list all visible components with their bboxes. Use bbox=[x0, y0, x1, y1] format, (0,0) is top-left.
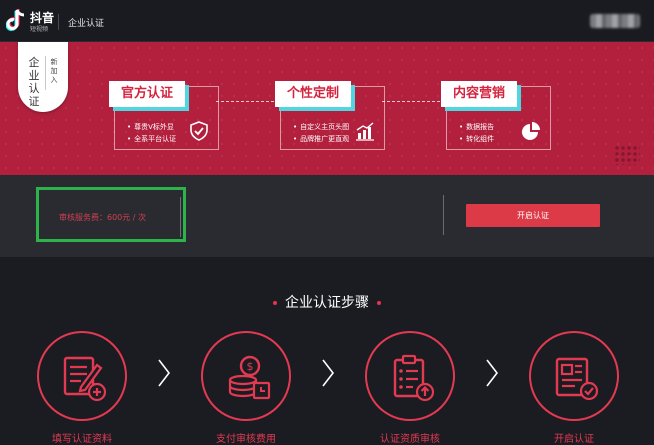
logo-subtitle: 短视频 bbox=[30, 26, 49, 33]
coins-payment-icon: $ bbox=[228, 355, 271, 400]
step-label: 开启认证 bbox=[554, 434, 594, 445]
shield-check-icon bbox=[190, 121, 208, 141]
steps-heading: 企业认证步骤 bbox=[0, 292, 654, 312]
feature-title: 个性定制 bbox=[275, 81, 352, 107]
badge-new-text: 新加入 bbox=[50, 58, 58, 84]
title-dot bbox=[377, 301, 381, 305]
feature-list: 尊贵V标外显 全系平台认证 bbox=[127, 121, 176, 145]
user-avatar-blurred[interactable] bbox=[590, 14, 640, 28]
steps-title-text: 企业认证步骤 bbox=[285, 295, 369, 311]
music-note-icon bbox=[6, 9, 25, 32]
form-edit-icon bbox=[63, 356, 107, 402]
connector-line bbox=[216, 101, 274, 102]
title-dot bbox=[273, 301, 277, 305]
step-review bbox=[365, 331, 455, 421]
badge-divider bbox=[45, 56, 46, 90]
feature-list: 数据报告 转化组件 bbox=[459, 121, 494, 145]
service-fee-text: 审核服务费：600元 / 次 bbox=[59, 213, 147, 222]
badge-main-text: 企业认证 bbox=[28, 56, 40, 108]
feature-title: 官方认证 bbox=[109, 81, 186, 107]
banner-dot-pattern bbox=[614, 145, 640, 165]
step-pay-fee: $ bbox=[201, 331, 291, 421]
step-label: 填写认证资料 bbox=[52, 434, 112, 445]
enterprise-badge: 企业认证 新加入 bbox=[18, 42, 68, 112]
connector-line bbox=[382, 101, 440, 102]
step-label: 支付审核费用 bbox=[216, 434, 276, 445]
feature-item: 品牌推广更直观 bbox=[293, 133, 349, 145]
band-divider bbox=[443, 195, 444, 235]
document-check-icon bbox=[555, 357, 599, 401]
douyin-logo[interactable]: 抖音 短视频 bbox=[6, 8, 54, 34]
section-title: 企业认证 bbox=[68, 19, 105, 29]
chevron-right-icon bbox=[486, 359, 499, 387]
bar-chart-icon bbox=[356, 122, 374, 141]
chevron-right-icon bbox=[158, 359, 171, 387]
feature-card-official: 官方认证 尊贵V标外显 全系平台认证 bbox=[109, 81, 219, 150]
step-label: 认证资质审核 bbox=[380, 434, 440, 445]
start-certification-button[interactable]: 开启认证 bbox=[466, 204, 600, 227]
step-fill-info bbox=[37, 331, 127, 421]
pie-chart-icon bbox=[522, 122, 540, 140]
price-highlight-box: 审核服务费：600元 / 次 bbox=[36, 187, 186, 242]
feature-item: 尊贵V标外显 bbox=[127, 121, 176, 133]
feature-card-custom: 个性定制 自定义主页头图 品牌推广更直观 bbox=[275, 81, 385, 150]
page: 抖音 短视频 企业认证 企业认证 新加入 官方认证 尊贵V标外显 全系平台认证 … bbox=[0, 0, 654, 445]
svg-text:$: $ bbox=[247, 360, 254, 373]
feature-item: 数据报告 bbox=[459, 121, 494, 133]
price-divider bbox=[180, 197, 181, 237]
chevron-right-icon bbox=[322, 359, 335, 387]
feature-list: 自定义主页头图 品牌推广更直观 bbox=[293, 121, 349, 145]
feature-card-marketing: 内容营销 数据报告 转化组件 bbox=[441, 81, 551, 150]
top-bar: 抖音 短视频 企业认证 bbox=[0, 0, 654, 42]
step-activate bbox=[529, 331, 619, 421]
feature-title: 内容营销 bbox=[441, 81, 518, 107]
topbar-divider bbox=[58, 14, 59, 30]
feature-item: 全系平台认证 bbox=[127, 133, 176, 145]
feature-item: 转化组件 bbox=[459, 133, 494, 145]
feature-item: 自定义主页头图 bbox=[293, 121, 349, 133]
clipboard-review-icon bbox=[393, 354, 435, 402]
